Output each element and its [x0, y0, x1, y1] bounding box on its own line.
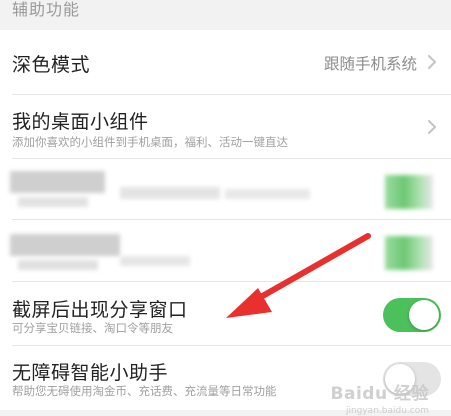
watermark-logo: Baidu 经验: [330, 384, 429, 404]
row-blurred-1[interactable]: [0, 159, 451, 220]
blurred-text: [120, 256, 190, 266]
row-blurred-2[interactable]: [0, 220, 451, 282]
section-title: 辅助功能: [12, 0, 81, 19]
row-widgets[interactable]: 我的桌面小组件 添加你喜欢的小组件到手机桌面，福利、活动一键直达: [0, 95, 451, 159]
blurred-title: [10, 234, 120, 256]
dark-mode-title: 深色模式: [12, 54, 91, 76]
widgets-title: 我的桌面小组件: [12, 111, 149, 133]
toggle-knob: [409, 300, 439, 330]
widgets-subtitle: 添加你喜欢的小组件到手机桌面，福利、活动一键直达: [12, 135, 288, 149]
blurred-toggle[interactable]: [385, 236, 433, 270]
dark-mode-value: 跟随手机系统: [323, 55, 417, 73]
assistant-subtitle: 帮助您无碍使用淘金币、充话费、充流量等日常功能: [12, 384, 277, 398]
blurred-text: [18, 197, 88, 207]
screenshot-share-title: 截屏后出现分享窗口: [12, 299, 188, 321]
blurred-text: [225, 189, 310, 199]
blurred-text: [120, 187, 220, 199]
chevron-right-icon: [428, 55, 436, 69]
blurred-title: [10, 171, 105, 193]
screenshot-share-toggle[interactable]: [383, 298, 441, 332]
assistant-title: 无障碍智能小助手: [12, 362, 169, 384]
watermark-url: jingyan.baidu.com: [345, 406, 429, 416]
blurred-toggle[interactable]: [385, 175, 433, 209]
screenshot-share-subtitle: 可分享宝贝链接、淘口令等朋友: [12, 321, 173, 335]
blurred-text: [18, 260, 98, 270]
chevron-right-icon: [428, 120, 436, 134]
row-dark-mode[interactable]: 深色模式 跟随手机系统: [0, 30, 451, 95]
settings-list: 深色模式 跟随手机系统 我的桌面小组件 添加你喜欢的小组件到手机桌面，福利、活动…: [0, 30, 451, 410]
row-screenshot-share[interactable]: 截屏后出现分享窗口 可分享宝贝链接、淘口令等朋友: [0, 282, 451, 346]
section-header: 辅助功能: [0, 0, 451, 30]
